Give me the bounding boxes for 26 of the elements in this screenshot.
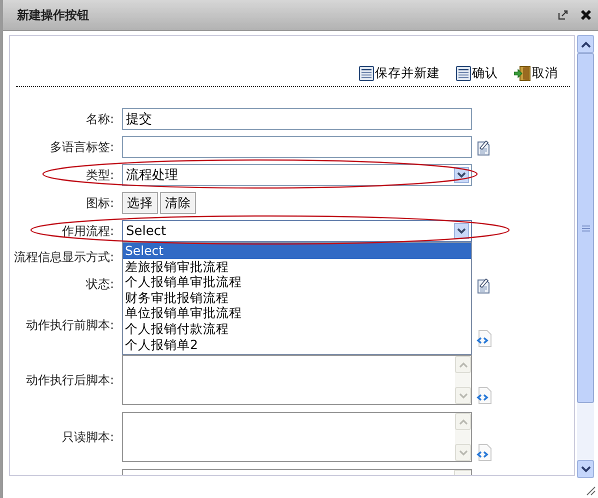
field-label: 流程信息显示方式: xyxy=(14,250,114,264)
dropdown-option[interactable]: 差旅报销审批流程 xyxy=(123,258,471,274)
field-label: 图标: xyxy=(86,196,114,210)
field-label: 动作执行后脚本: xyxy=(26,372,114,386)
save-button[interactable]: 保存并新建 xyxy=(359,63,440,83)
field-label: 动作执行前脚本: xyxy=(26,318,114,332)
field-label: 类型: xyxy=(86,168,114,182)
text-input[interactable]: 提交 xyxy=(122,108,472,130)
save-button[interactable]: 确认 xyxy=(456,63,498,83)
cancel-button[interactable]: 取消 xyxy=(514,63,558,83)
dropdown-option[interactable]: 个人报销单审批流程 xyxy=(123,274,471,290)
dropdown-option[interactable]: 个人报销单2 xyxy=(123,336,471,352)
field-label: 作用流程: xyxy=(62,224,114,238)
select-field[interactable]: 流程处理 xyxy=(122,164,472,186)
dropdown-option[interactable]: 财务审批报销流程 xyxy=(123,290,471,306)
dropdown-option[interactable]: Select xyxy=(123,243,471,259)
field-label: 状态: xyxy=(86,276,114,290)
form-button[interactable]: 清除 xyxy=(160,192,196,214)
dropdown-option[interactable]: 单位报销单审批流程 xyxy=(123,305,471,321)
form-button[interactable]: 选择 xyxy=(122,192,158,214)
dropdown-option[interactable]: 个人报销付款流程 xyxy=(123,320,471,337)
window-title: 新建操作按钮 xyxy=(17,6,89,24)
field-label: 名称: xyxy=(86,112,114,126)
field-label: 多语言标签: xyxy=(50,140,114,154)
input-value: 提交 xyxy=(126,111,152,128)
field-label: 只读脚本: xyxy=(62,430,114,444)
